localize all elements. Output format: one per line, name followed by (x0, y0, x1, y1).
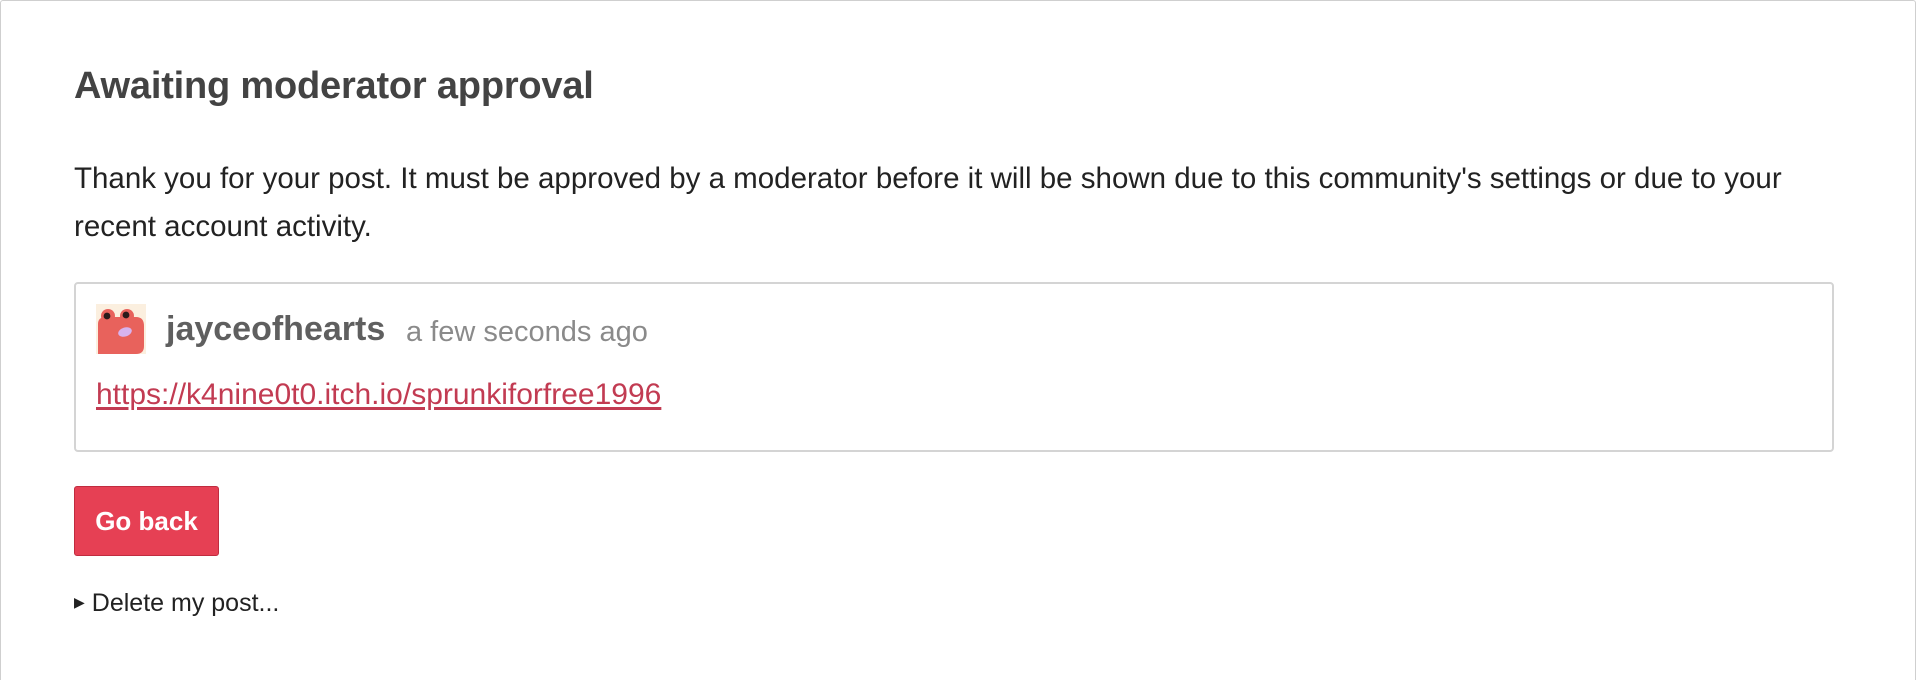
go-back-button[interactable]: Go back (74, 486, 219, 556)
frog-avatar-icon (96, 304, 146, 354)
post-preview-card: jayceofhearts a few seconds ago https://… (74, 282, 1834, 452)
triangle-right-icon: ▶ (74, 594, 85, 610)
page-title: Awaiting moderator approval (74, 65, 594, 107)
post-author[interactable]: jayceofhearts (166, 310, 385, 349)
page-frame: Awaiting moderator approval Thank you fo… (0, 0, 1916, 680)
delete-post-label: Delete my post... (91, 589, 280, 617)
post-link[interactable]: https://k4nine0t0.itch.io/sprunkiforfree… (96, 378, 661, 412)
approval-notice: Thank you for your post. It must be appr… (74, 162, 1782, 243)
avatar[interactable] (96, 304, 146, 354)
delete-post-toggle[interactable]: ▶ Delete my post... (74, 589, 279, 618)
post-timestamp: a few seconds ago (406, 316, 648, 348)
